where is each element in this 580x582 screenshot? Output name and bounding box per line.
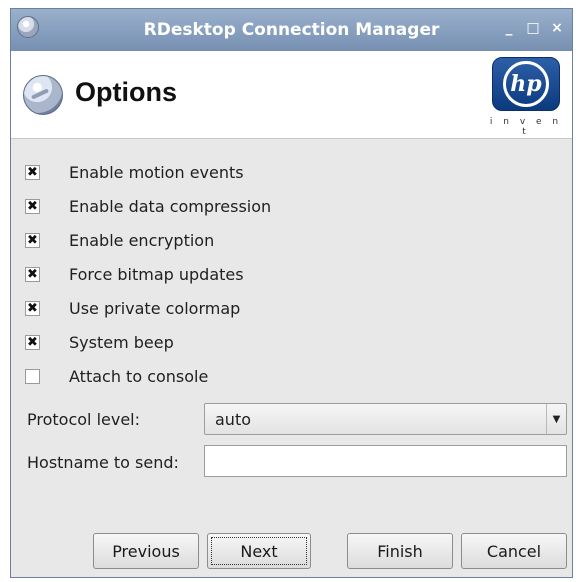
page-title: Options	[75, 77, 177, 107]
option-attach-to-console[interactable]: Attach to console	[25, 367, 208, 386]
options-icon	[23, 75, 63, 115]
option-enable-data-compression[interactable]: ✖ Enable data compression	[25, 197, 271, 216]
hp-logo-text: hp	[503, 61, 549, 107]
checkbox-attach-to-console[interactable]	[25, 369, 40, 384]
option-label: Enable encryption	[69, 231, 215, 250]
title-bar[interactable]: RDesktop Connection Manager _ □ ×	[11, 9, 572, 51]
option-label: Enable motion events	[69, 163, 244, 182]
checkbox-enable-encryption[interactable]: ✖	[25, 233, 40, 248]
checkbox-enable-motion-events[interactable]: ✖	[25, 165, 40, 180]
option-use-private-colormap[interactable]: ✖ Use private colormap	[25, 299, 240, 318]
minimize-button[interactable]: _	[502, 21, 516, 35]
window-title: RDesktop Connection Manager	[143, 20, 440, 40]
checkbox-system-beep[interactable]: ✖	[25, 335, 40, 350]
option-label: Force bitmap updates	[69, 265, 244, 284]
cancel-button[interactable]: Cancel	[461, 533, 567, 569]
option-system-beep[interactable]: ✖ System beep	[25, 333, 174, 352]
checkbox-use-private-colormap[interactable]: ✖	[25, 301, 40, 316]
hp-logo-tagline: i n v e n t	[489, 117, 563, 137]
option-force-bitmap-updates[interactable]: ✖ Force bitmap updates	[25, 265, 244, 284]
protocol-level-value: auto	[215, 410, 252, 429]
option-label: Attach to console	[69, 367, 209, 386]
option-enable-motion-events[interactable]: ✖ Enable motion events	[25, 163, 244, 182]
next-button[interactable]: Next	[207, 533, 311, 569]
hostname-input[interactable]	[204, 445, 567, 477]
rdesktop-window: RDesktop Connection Manager _ □ × Option…	[10, 8, 573, 578]
checkbox-enable-data-compression[interactable]: ✖	[25, 199, 40, 214]
hp-logo: hp i n v e n t	[488, 57, 564, 137]
protocol-level-select[interactable]: auto ▼	[204, 403, 567, 435]
window-controls: _ □ ×	[502, 21, 564, 35]
option-label: System beep	[69, 333, 174, 352]
protocol-level-label: Protocol level:	[27, 410, 140, 429]
finish-button[interactable]: Finish	[347, 533, 453, 569]
hp-logo-badge: hp	[492, 57, 560, 111]
maximize-button[interactable]: □	[526, 21, 540, 35]
chevron-down-icon[interactable]: ▼	[546, 404, 566, 434]
option-enable-encryption[interactable]: ✖ Enable encryption	[25, 231, 214, 250]
option-label: Enable data compression	[69, 197, 272, 216]
options-header: Options hp i n v e n t	[11, 51, 572, 139]
hostname-label: Hostname to send:	[27, 453, 179, 472]
previous-button[interactable]: Previous	[93, 533, 199, 569]
checkbox-force-bitmap-updates[interactable]: ✖	[25, 267, 40, 282]
option-label: Use private colormap	[69, 299, 241, 318]
close-button[interactable]: ×	[550, 21, 564, 35]
